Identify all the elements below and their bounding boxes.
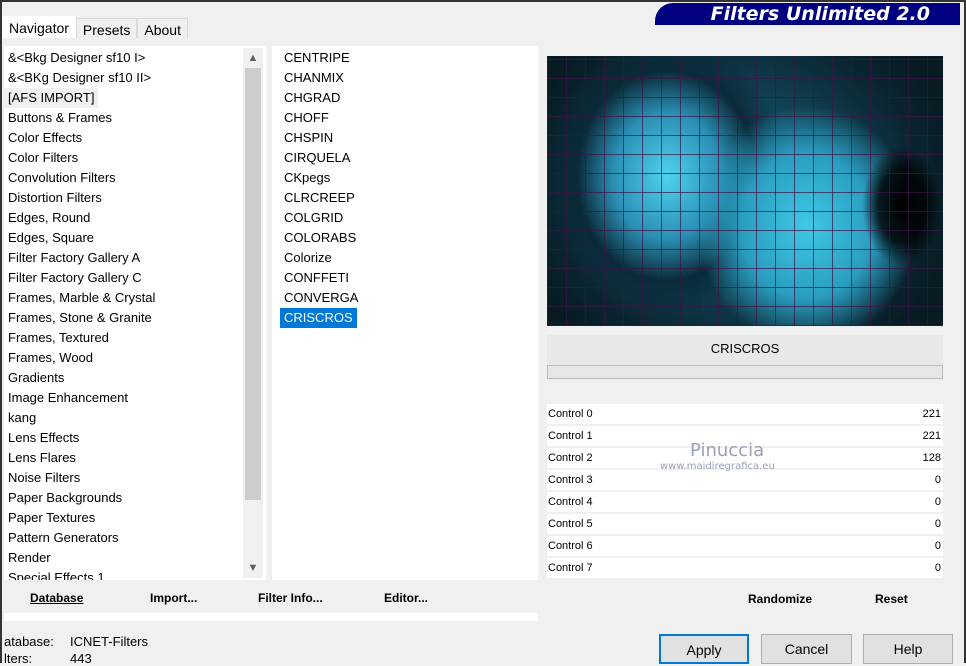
- filter-item[interactable]: CLRCREEP: [280, 188, 359, 208]
- reset-button[interactable]: Reset: [875, 592, 908, 606]
- filter-item[interactable]: CHANMIX: [280, 68, 348, 88]
- control-slider-row[interactable]: Control 7 0: [547, 558, 943, 580]
- filter-item[interactable]: CHSPIN: [280, 128, 337, 148]
- category-item[interactable]: Special Effects 1: [4, 568, 109, 580]
- control-label: Control 6: [548, 540, 593, 552]
- category-item[interactable]: Filter Factory Gallery C: [4, 268, 146, 288]
- filter-item[interactable]: COLORABS: [280, 228, 360, 248]
- category-item[interactable]: Frames, Stone & Granite: [4, 308, 156, 328]
- filters-count-label: lters:: [4, 651, 33, 666]
- preview-title: CRISCROS: [547, 335, 943, 365]
- control-label: Control 7: [548, 562, 593, 574]
- filter-list[interactable]: CENTRIPE CHANMIX CHGRAD CHOFF CHSPIN CIRQUELA…: [272, 46, 538, 580]
- controls-panel: Control 0 221 Control 1 221 Control 2 128 Cont…: [547, 404, 943, 580]
- control-slider-row[interactable]: Control 5 0: [547, 514, 943, 536]
- control-label: Control 2: [548, 452, 593, 464]
- control-value: 221: [922, 408, 941, 420]
- control-label: Control 1: [548, 430, 593, 442]
- control-label: Control 3: [548, 474, 593, 486]
- editor-button[interactable]: Editor...: [384, 591, 428, 605]
- right-button-bar: Randomize Reset: [547, 580, 943, 612]
- category-item[interactable]: Paper Textures: [4, 508, 99, 528]
- category-item[interactable]: Image Enhancement: [4, 388, 132, 408]
- category-item[interactable]: Render: [4, 548, 55, 568]
- category-item[interactable]: Distortion Filters: [4, 188, 106, 208]
- category-item[interactable]: Lens Effects: [4, 428, 83, 448]
- control-slider-row[interactable]: Control 3 0: [547, 470, 943, 492]
- control-value: 221: [922, 430, 941, 442]
- filter-item[interactable]: CHOFF: [280, 108, 333, 128]
- category-item[interactable]: Pattern Generators: [4, 528, 123, 548]
- tab-bar: Navigator Presets About: [2, 16, 188, 38]
- left-button-bar: Database Import... Filter Info... Editor…: [4, 583, 538, 613]
- tab-navigator[interactable]: Navigator: [2, 16, 76, 38]
- category-item[interactable]: Frames, Marble & Crystal: [4, 288, 159, 308]
- scroll-down-icon[interactable]: ▼: [243, 558, 263, 578]
- control-value: 0: [934, 518, 941, 530]
- category-item[interactable]: Convolution Filters: [4, 168, 120, 188]
- database-button[interactable]: Database: [30, 591, 83, 605]
- progress-bar: [547, 365, 943, 379]
- category-item[interactable]: Buttons & Frames: [4, 108, 116, 128]
- category-item[interactable]: &<BKg Designer sf10 II>: [4, 68, 155, 88]
- control-value: 0: [934, 562, 941, 574]
- separator: [4, 613, 538, 621]
- tab-about[interactable]: About: [137, 18, 188, 38]
- cancel-button[interactable]: Cancel: [761, 634, 852, 664]
- watermark-name: Pinuccia: [690, 440, 765, 461]
- control-value: 0: [934, 474, 941, 486]
- category-item[interactable]: Edges, Square: [4, 228, 98, 248]
- preview-image: [547, 56, 943, 326]
- category-item[interactable]: Color Effects: [4, 128, 86, 148]
- filter-item[interactable]: CHGRAD: [280, 88, 344, 108]
- control-slider-row[interactable]: Control 4 0: [547, 492, 943, 514]
- category-item[interactable]: Frames, Wood: [4, 348, 97, 368]
- tab-presets[interactable]: Presets: [75, 18, 138, 38]
- control-value: 0: [934, 540, 941, 552]
- database-value: ICNET-Filters: [70, 634, 148, 649]
- filters-count-value: 443: [70, 651, 92, 666]
- control-label: Control 5: [548, 518, 593, 530]
- brand-banner: Filters Unlimited 2.0: [655, 3, 960, 25]
- filter-item[interactable]: CONVERGA: [280, 288, 362, 308]
- category-item[interactable]: Color Filters: [4, 148, 82, 168]
- filter-item[interactable]: COLGRID: [280, 208, 347, 228]
- control-slider-row[interactable]: Control 6 0: [547, 536, 943, 558]
- filter-item[interactable]: CRISCROS: [280, 308, 357, 328]
- filter-item[interactable]: Colorize: [280, 248, 336, 268]
- category-item[interactable]: Lens Flares: [4, 448, 80, 468]
- category-item[interactable]: Gradients: [4, 368, 68, 388]
- scroll-thumb[interactable]: [245, 68, 261, 500]
- control-value: 0: [934, 496, 941, 508]
- filter-info-button[interactable]: Filter Info...: [258, 591, 323, 605]
- control-label: Control 4: [548, 496, 593, 508]
- import-button[interactable]: Import...: [150, 591, 197, 605]
- control-slider-row[interactable]: Control 0 221: [547, 404, 943, 426]
- category-item[interactable]: kang: [4, 408, 40, 428]
- apply-button[interactable]: Apply: [659, 634, 749, 664]
- watermark-url: www.maidiregrafica.eu: [660, 461, 775, 472]
- category-item[interactable]: &<Bkg Designer sf10 I>: [4, 48, 149, 68]
- help-button[interactable]: Help: [863, 634, 953, 664]
- category-item[interactable]: Filter Factory Gallery A: [4, 248, 144, 268]
- database-label: atabase:: [4, 634, 54, 649]
- control-label: Control 0: [548, 408, 593, 420]
- control-value: 128: [922, 452, 941, 464]
- category-item[interactable]: Frames, Textured: [4, 328, 113, 348]
- category-item[interactable]: Noise Filters: [4, 468, 84, 488]
- category-item[interactable]: Edges, Round: [4, 208, 94, 228]
- category-scrollbar[interactable]: ▲ ▼: [243, 48, 263, 578]
- filter-item[interactable]: CKpegs: [280, 168, 334, 188]
- filter-item[interactable]: CIRQUELA: [280, 148, 354, 168]
- category-list[interactable]: ▲ ▼ &<Bkg Designer sf10 I> &<BKg Designer…: [4, 46, 266, 580]
- filter-item[interactable]: CENTRIPE: [280, 48, 354, 68]
- filter-item[interactable]: CONFFETI: [280, 268, 353, 288]
- category-item[interactable]: Paper Backgrounds: [4, 488, 126, 508]
- randomize-button[interactable]: Randomize: [748, 592, 812, 606]
- scroll-up-icon[interactable]: ▲: [243, 48, 263, 68]
- category-item[interactable]: [AFS IMPORT]: [4, 88, 99, 108]
